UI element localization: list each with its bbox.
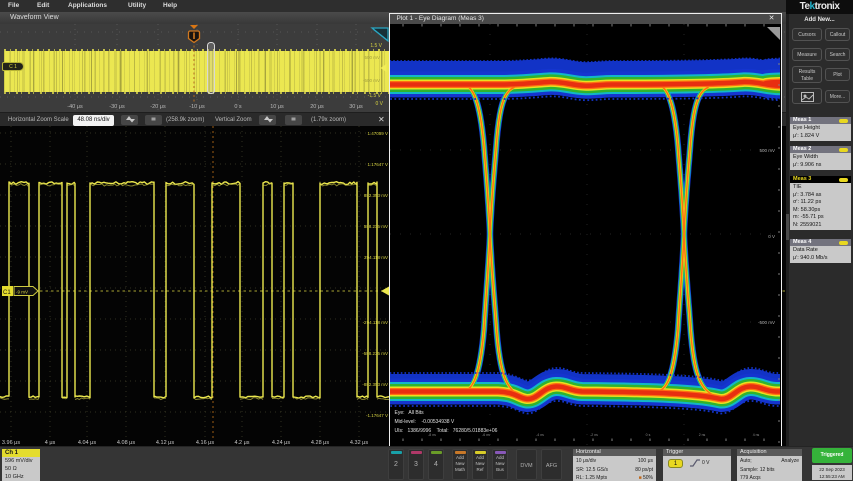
svg-text:-1.17647 V: -1.17647 V: [366, 413, 388, 418]
svg-text:0 V: 0 V: [768, 234, 775, 239]
svg-text:-500 mV: -500 mV: [757, 320, 774, 325]
svg-text:588.235 mV: 588.235 mV: [364, 224, 388, 229]
svg-text:500 mV: 500 mV: [364, 55, 380, 60]
svg-text:0 s: 0 s: [645, 433, 650, 437]
svg-text:2 ns: 2 ns: [698, 433, 705, 437]
svg-text:-2 ns: -2 ns: [590, 433, 598, 437]
svg-text:-9 mV: -9 mV: [16, 290, 28, 295]
svg-text:C1: C1: [3, 290, 11, 296]
svg-text:-500 mV: -500 mV: [363, 78, 380, 83]
svg-text:500 mV: 500 mV: [759, 148, 775, 153]
svg-text:-588.235 mV: -588.235 mV: [362, 351, 388, 356]
svg-text:-882.353 mV: -882.353 mV: [362, 382, 388, 387]
svg-text:882.353 mV: 882.353 mV: [364, 193, 388, 198]
svg-text:1.5 V: 1.5 V: [370, 43, 382, 49]
svg-text:-1.5 V: -1.5 V: [368, 93, 382, 99]
svg-text:294.118 mV: 294.118 mV: [364, 255, 388, 260]
svg-text:-4 ns: -4 ns: [536, 433, 544, 437]
svg-text:1.17647 V: 1.17647 V: [367, 162, 388, 167]
svg-text:-294.118 mV: -294.118 mV: [363, 320, 388, 325]
svg-text:1.47059 V: 1.47059 V: [367, 131, 388, 136]
svg-text:4 ns: 4 ns: [752, 433, 759, 437]
